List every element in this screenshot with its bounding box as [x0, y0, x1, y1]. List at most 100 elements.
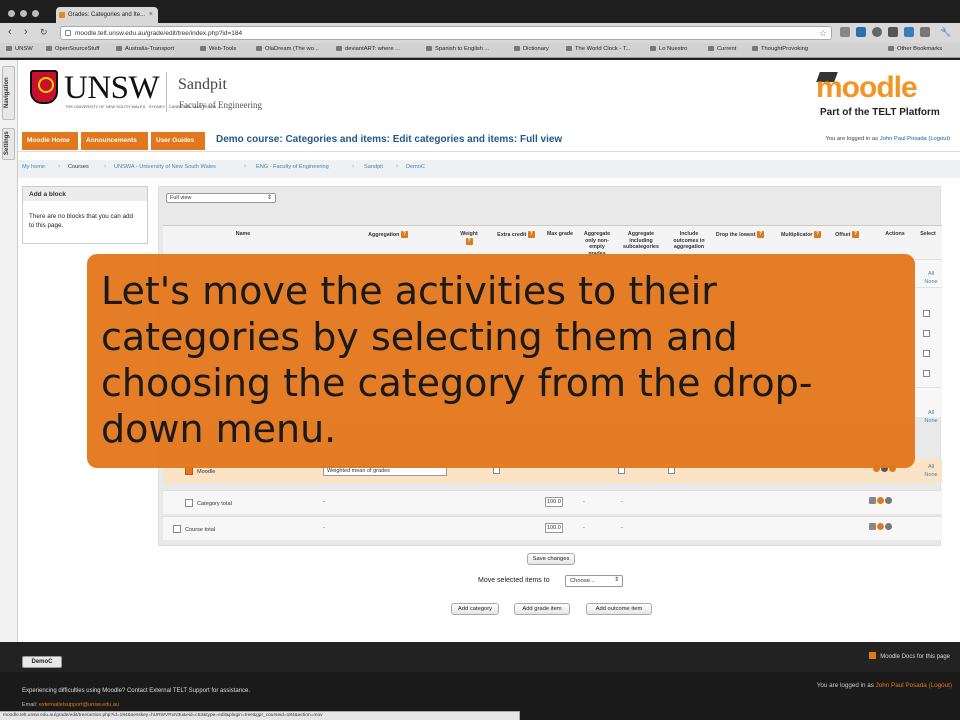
- wrench-icon[interactable]: 🔧: [940, 26, 951, 38]
- course-button[interactable]: DemoC: [22, 656, 62, 668]
- forward-icon[interactable]: ›: [24, 26, 28, 38]
- bookmark-item[interactable]: Other Bookmarks: [888, 46, 942, 52]
- bookmark-item[interactable]: ThoughtProvoking: [752, 46, 808, 52]
- breadcrumb-item[interactable]: ENG - Faculty of Engineering: [256, 164, 329, 170]
- breadcrumb-item[interactable]: Sandpit: [364, 164, 383, 170]
- select-all-link[interactable]: All: [923, 409, 939, 417]
- extension-icon[interactable]: [872, 27, 882, 37]
- breadcrumb-item[interactable]: UNSWA - University of New South Wales: [114, 164, 216, 170]
- help-icon[interactable]: ?: [757, 231, 765, 238]
- dock-tab-navigation[interactable]: Navigation: [2, 66, 15, 120]
- logout-link[interactable]: (Logout): [929, 682, 952, 689]
- hide-icon[interactable]: [877, 523, 884, 530]
- extension-icon[interactable]: [856, 27, 866, 37]
- add-outcome-item-button[interactable]: Add outcome item: [586, 603, 652, 615]
- close-window-icon[interactable]: [8, 10, 15, 17]
- select-none-link[interactable]: None: [923, 417, 939, 425]
- close-tab-icon[interactable]: ×: [149, 11, 153, 18]
- help-icon[interactable]: ?: [400, 231, 408, 238]
- breadcrumb-item[interactable]: My home: [22, 164, 45, 170]
- help-icon[interactable]: ?: [527, 231, 535, 238]
- extension-icon[interactable]: [840, 27, 850, 37]
- view-select-value: Full view: [170, 195, 192, 201]
- bookmark-item[interactable]: UNSW: [6, 46, 33, 52]
- add-category-button[interactable]: Add category: [451, 603, 499, 615]
- user-name-link[interactable]: John Paul Posada: [876, 682, 927, 689]
- bookmark-item[interactable]: deviantART: where ...: [336, 46, 400, 52]
- back-icon[interactable]: ‹: [8, 26, 12, 38]
- minimize-window-icon[interactable]: [20, 10, 27, 17]
- col-aggregation: Aggregation ?: [353, 231, 423, 238]
- bookmark-star-icon[interactable]: ☆: [819, 28, 827, 39]
- support-email: Email: externaltelsupport@unsw.edu.au: [22, 702, 119, 708]
- col-multiplicator: Multiplicator ?: [773, 231, 829, 238]
- lock-icon[interactable]: [885, 497, 892, 504]
- col-drop-lowest: Drop the lowest ?: [709, 231, 771, 238]
- category-total-label: Category total: [197, 501, 232, 507]
- select-checkbox[interactable]: [923, 330, 930, 337]
- dash-cell: -: [621, 525, 623, 531]
- category-name-label: Moodle: [197, 469, 216, 475]
- max-grade-input[interactable]: 100.0: [545, 497, 563, 507]
- select-all-none: All None: [923, 270, 939, 286]
- extension-icon[interactable]: [888, 27, 898, 37]
- breadcrumb-item[interactable]: Courses: [68, 164, 89, 170]
- moodle-docs-link[interactable]: Moodle Docs for this page: [869, 652, 950, 660]
- aggregation-dash: -: [323, 525, 325, 531]
- select-checkbox[interactable]: [923, 350, 930, 357]
- dock-tab-settings[interactable]: Settings: [2, 128, 15, 160]
- help-icon[interactable]: ?: [851, 231, 859, 238]
- bookmark-item[interactable]: Dictionary: [514, 46, 549, 52]
- site-name[interactable]: Sandpit: [178, 76, 227, 94]
- bookmark-item[interactable]: Australia-Transport: [116, 46, 174, 52]
- user-name-link[interactable]: John Paul Posada: [880, 136, 927, 142]
- save-changes-button[interactable]: Save changes: [527, 553, 575, 565]
- select-checkbox[interactable]: [923, 370, 930, 377]
- tab-moodle-home[interactable]: Moodle Home: [22, 132, 78, 150]
- row-actions: [869, 523, 893, 533]
- edit-icon[interactable]: [869, 523, 876, 530]
- breadcrumb: My home › Courses › UNSWA - University o…: [18, 160, 960, 178]
- breadcrumb-item[interactable]: DemoC: [406, 164, 425, 170]
- bookmark-item[interactable]: OpenSourceStuff: [46, 46, 99, 52]
- bookmark-item[interactable]: Lo Nuestro: [650, 46, 687, 52]
- extension-icon[interactable]: [920, 27, 930, 37]
- select-all-link[interactable]: All: [923, 270, 939, 278]
- email-link[interactable]: externaltelsupport@unsw.edu.au: [39, 702, 119, 708]
- agg-subcategories-checkbox[interactable]: [618, 467, 625, 474]
- edit-icon[interactable]: [869, 497, 876, 504]
- row-actions: [869, 497, 893, 507]
- add-grade-item-button[interactable]: Add grade item: [514, 603, 570, 615]
- select-none-link[interactable]: None: [923, 278, 939, 286]
- extra-credit-checkbox[interactable]: [493, 467, 500, 474]
- logout-link[interactable]: (Logout): [928, 136, 950, 142]
- address-bar[interactable]: moodle.telt.unsw.edu.au/grade/edit/tree/…: [60, 26, 832, 40]
- reload-icon[interactable]: ↻: [40, 26, 48, 38]
- tab-user-guides[interactable]: User Guides: [151, 132, 205, 150]
- unsw-wordmark: UNSW: [64, 70, 160, 106]
- select-all-none: All None: [923, 409, 939, 425]
- select-none-link[interactable]: None: [923, 471, 939, 479]
- view-select[interactable]: Full view ⇕: [166, 193, 276, 203]
- browser-tab[interactable]: Grades: Categories and Ite... ×: [56, 7, 158, 23]
- bookmark-item[interactable]: The World Clock - T...: [566, 46, 631, 52]
- bookmark-item[interactable]: Current: [708, 46, 736, 52]
- bookmark-item[interactable]: OlaDream (The wo...: [256, 46, 319, 52]
- zoom-window-icon[interactable]: [32, 10, 39, 17]
- help-icon[interactable]: ?: [465, 237, 473, 245]
- bookmark-item[interactable]: Spanish to English ...: [426, 46, 489, 52]
- hide-icon[interactable]: [877, 497, 884, 504]
- header-divider: [166, 72, 167, 112]
- extension-icon[interactable]: [904, 27, 914, 37]
- tab-announcements[interactable]: Announcements: [81, 132, 148, 150]
- include-outcomes-checkbox[interactable]: [668, 467, 675, 474]
- col-offset-label: Offset: [835, 231, 851, 238]
- lock-icon[interactable]: [885, 523, 892, 530]
- max-grade-input[interactable]: 100.0: [545, 523, 563, 533]
- bookmark-item[interactable]: Web-Tools: [200, 46, 236, 52]
- select-checkbox[interactable]: [923, 310, 930, 317]
- select-all-link[interactable]: All: [923, 463, 939, 471]
- move-target-select[interactable]: Choose... ⇕: [565, 575, 623, 587]
- col-actions: Actions: [885, 231, 905, 237]
- help-icon[interactable]: ?: [813, 231, 821, 238]
